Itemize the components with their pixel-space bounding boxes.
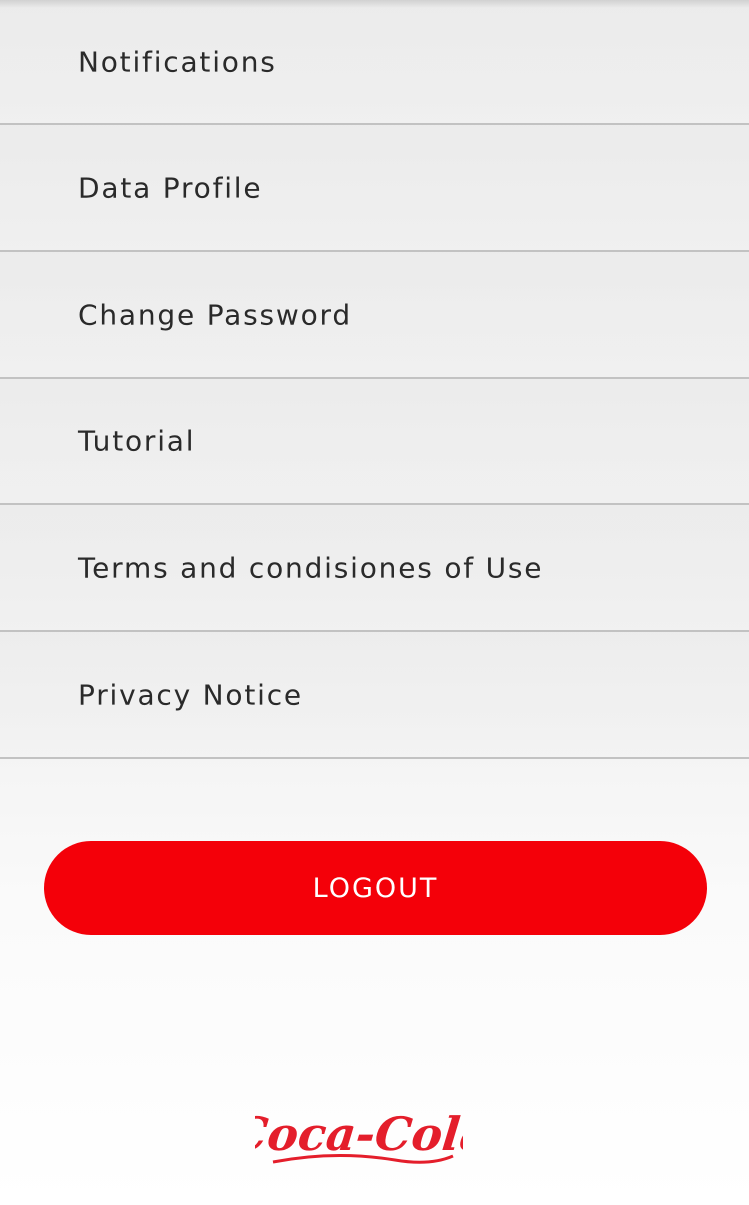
menu-item-terms-of-use[interactable]: Terms and condisiones of Use (0, 505, 749, 632)
menu-item-label: Terms and condisiones of Use (78, 551, 544, 584)
menu-item-data-profile[interactable]: Data Profile (0, 125, 749, 252)
menu-item-notifications[interactable]: Notifications (0, 0, 749, 125)
menu-item-change-password[interactable]: Change Password (0, 252, 749, 379)
menu-item-tutorial[interactable]: Tutorial (0, 379, 749, 505)
menu-item-privacy-notice[interactable]: Privacy Notice (0, 632, 749, 759)
menu-item-label: Change Password (78, 298, 352, 331)
settings-menu: Notifications Data Profile Change Passwo… (0, 0, 749, 759)
logout-button-label: LOGOUT (312, 872, 439, 904)
menu-item-label: Tutorial (78, 424, 196, 458)
menu-item-label: Data Profile (78, 171, 263, 204)
logout-button[interactable]: LOGOUT (44, 841, 707, 935)
coca-cola-logo-text: Coca-Cola (255, 1107, 463, 1161)
coca-cola-logo-icon: Coca-Cola (255, 1107, 463, 1164)
menu-item-label: Notifications (78, 45, 277, 78)
menu-item-label: Privacy Notice (78, 678, 303, 711)
